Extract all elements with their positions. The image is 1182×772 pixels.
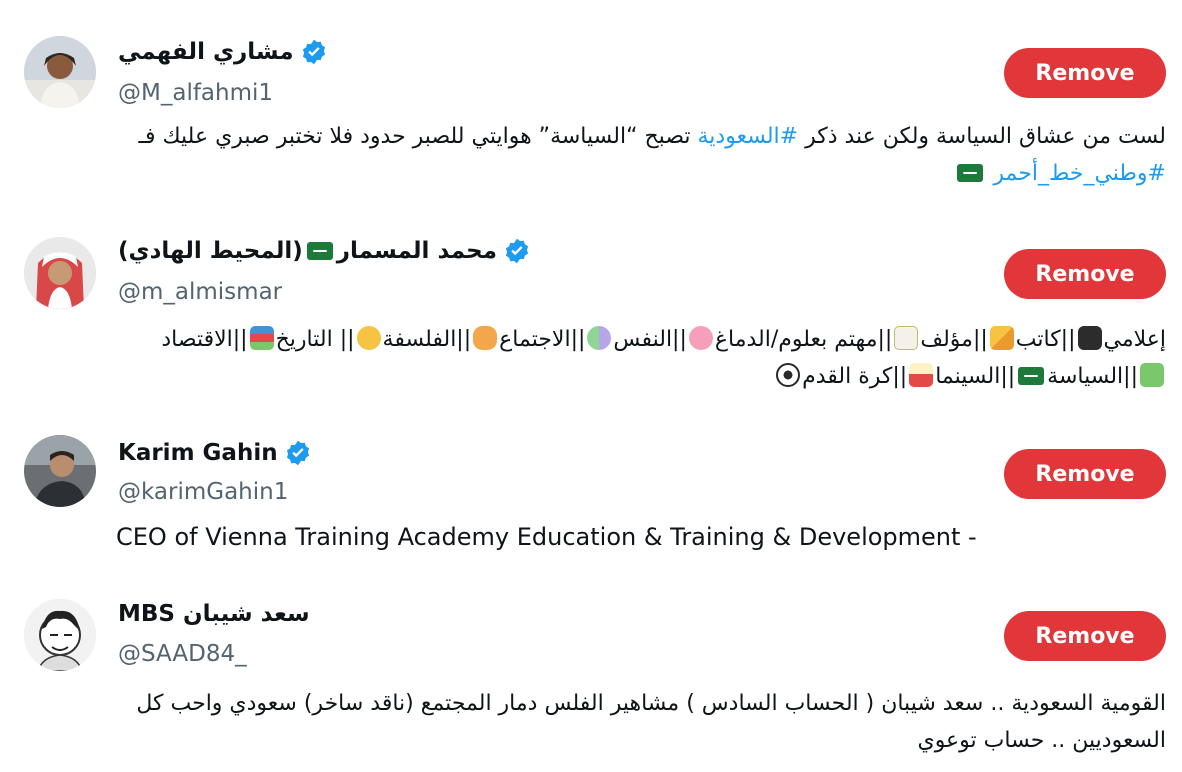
saudi-flag-icon	[306, 242, 333, 260]
display-name[interactable]: MBS سعد شيبان	[118, 601, 310, 627]
avatar[interactable]	[24, 36, 96, 108]
money-icon	[1140, 363, 1164, 387]
avatar-photo-icon	[24, 237, 96, 309]
user-handle[interactable]: @SAAD84_	[118, 641, 247, 667]
books-icon	[249, 326, 274, 350]
user-handle[interactable]: @karimGahin1	[118, 479, 288, 505]
user-row[interactable]: MBS سعد شيبان @SAAD84_ Remove القومية ال…	[0, 575, 1182, 772]
display-name-text: محمد المسمار	[336, 238, 497, 264]
bio-line: #وطني_خط_أحمر	[116, 155, 1166, 192]
popcorn-icon	[909, 363, 934, 387]
bio-text: إعلامي	[1103, 327, 1167, 352]
remove-button[interactable]: Remove	[1004, 449, 1166, 499]
saudi-flag-icon	[1018, 367, 1045, 385]
bio-text: ||الاجتماع	[499, 327, 586, 352]
bio-text: ||الفلسفة	[382, 327, 472, 352]
theater-masks-icon	[587, 326, 612, 350]
avatar[interactable]	[24, 435, 96, 507]
verified-badge-icon	[302, 39, 325, 65]
bio-text: ||كرة القدم	[802, 364, 908, 389]
display-name-text: Karim Gahin	[118, 440, 278, 466]
user-handle[interactable]: @M_alfahmi1	[118, 80, 273, 106]
video-camera-icon	[1077, 326, 1102, 350]
remove-button[interactable]: Remove	[1004, 249, 1166, 299]
avatar[interactable]	[24, 237, 96, 309]
bio-text: ||النفس	[613, 327, 687, 352]
user-row[interactable]: Karim Gahin @karimGahin1 Remove CEO of V…	[0, 405, 1182, 575]
verified-badge-icon	[286, 440, 309, 466]
user-bio: CEO of Vienna Training Academy Education…	[116, 523, 977, 551]
family-icon	[473, 326, 498, 350]
bio-text: ||السياسة	[1047, 364, 1138, 389]
user-bio: القومية السعودية .. سعد شيبان ( الحساب ا…	[116, 685, 1166, 759]
user-bio: إعلامي ||كاتب ||مؤلف ||مهتم بعلوم/الدماغ ||ا…	[116, 321, 1166, 395]
brain-icon	[688, 326, 713, 350]
saudi-flag-icon	[957, 164, 984, 182]
bio-line: القومية السعودية .. سعد شيبان ( الحساب ا…	[136, 691, 1166, 716]
bio-line: لست من عشاق السياسة ولكن عند ذكر #السعود…	[116, 118, 1166, 155]
display-name-text: مشاري الفهمي	[118, 39, 294, 65]
bio-text: لست من عشاق السياسة ولكن عند ذكر	[798, 124, 1166, 149]
soccer-ball-icon	[776, 363, 801, 387]
bio-line: ||السياسة ||السينما ||كرة القدم	[116, 358, 1166, 395]
writing-hand-icon	[989, 326, 1014, 350]
bio-text: ||مهتم بعلوم/الدماغ	[714, 327, 893, 352]
display-name-text: (المحيط الهادي)	[118, 238, 303, 264]
hashtag-link[interactable]: #وطني_خط_أحمر	[993, 161, 1166, 186]
user-row[interactable]: (المحيط الهادي) محمد المسمار @m_almismar…	[0, 205, 1182, 405]
user-bio: لست من عشاق السياسة ولكن عند ذكر #السعود…	[116, 118, 1166, 192]
display-name[interactable]: Karim Gahin	[118, 439, 312, 467]
monocle-face-icon	[356, 326, 381, 350]
memo-icon	[894, 326, 919, 350]
bio-text: || التاريخ	[275, 327, 355, 352]
remove-button[interactable]: Remove	[1004, 611, 1166, 661]
hashtag-link[interactable]: #السعودية	[698, 124, 799, 149]
remove-button[interactable]: Remove	[1004, 48, 1166, 98]
bio-text: ||كاتب	[1015, 327, 1076, 352]
avatar[interactable]	[24, 599, 96, 671]
display-name[interactable]: مشاري الفهمي	[118, 38, 328, 66]
bio-text: ||الاقتصاد	[161, 327, 248, 352]
avatar-photo-icon	[24, 599, 96, 671]
verified-badge-icon	[505, 238, 529, 264]
bio-text: تصبح “السياسة” هوايتي للصبر حدود فلا تخت…	[138, 124, 698, 149]
user-row[interactable]: مشاري الفهمي @M_alfahmi1 Remove لست من ع…	[0, 0, 1182, 205]
bio-text: ||السينما	[935, 364, 1016, 389]
who-to-follow-list: مشاري الفهمي @M_alfahmi1 Remove لست من ع…	[0, 0, 1182, 772]
user-handle[interactable]: @m_almismar	[118, 279, 282, 305]
display-name[interactable]: (المحيط الهادي) محمد المسمار	[118, 237, 531, 265]
bio-line: إعلامي ||كاتب ||مؤلف ||مهتم بعلوم/الدماغ ||ا…	[116, 321, 1166, 358]
bio-text: ||مؤلف	[920, 327, 988, 352]
avatar-photo-icon	[24, 435, 96, 507]
avatar-photo-icon	[24, 36, 96, 108]
bio-line: السعوديين .. حساب توعوي	[917, 728, 1166, 753]
display-name-text: MBS سعد شيبان	[118, 601, 310, 627]
